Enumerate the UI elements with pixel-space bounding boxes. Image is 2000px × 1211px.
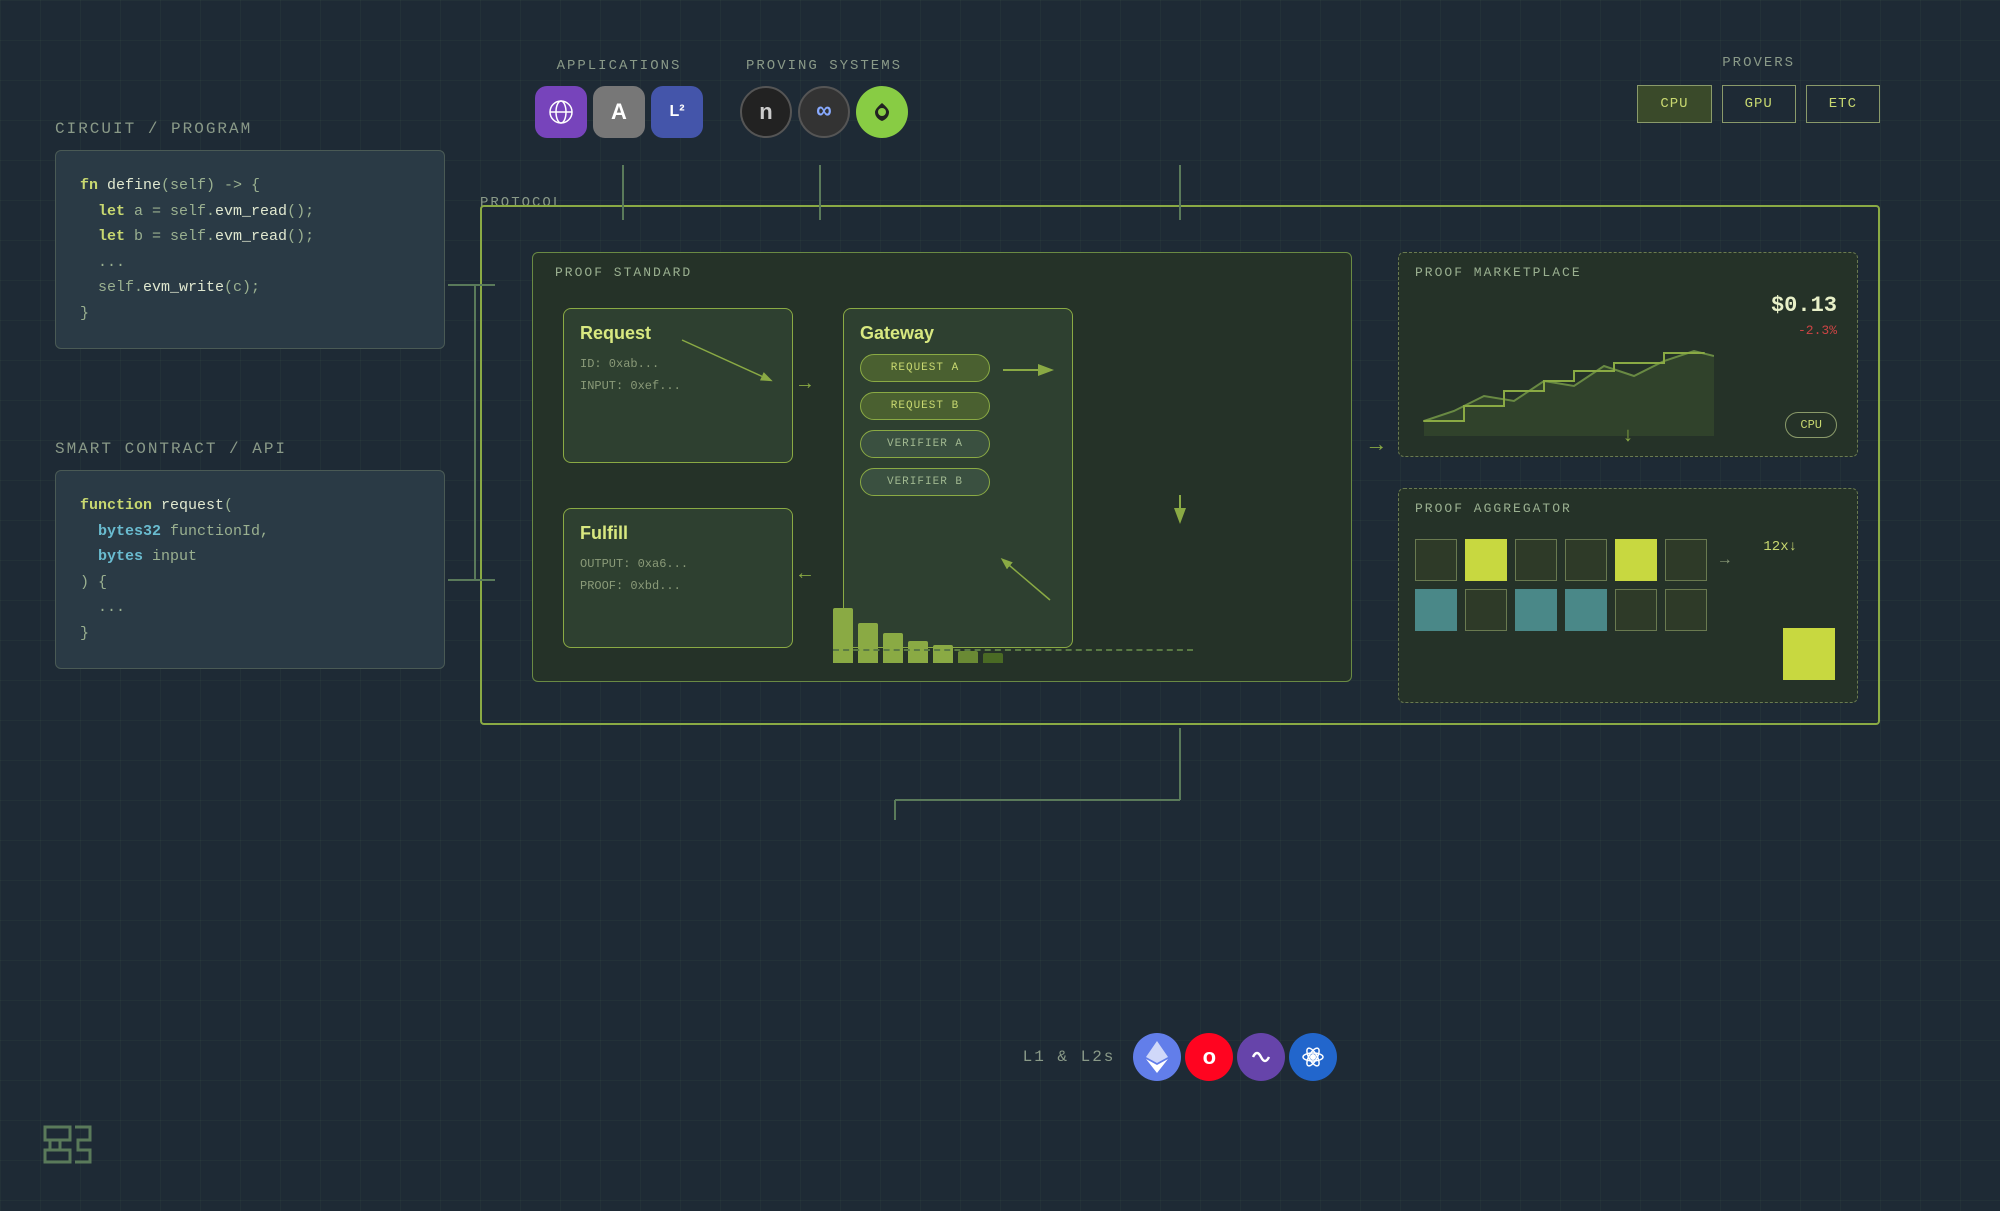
main-container: CIRCUIT / PROGRAM fn define(self) -> { l… — [0, 0, 2000, 1211]
request-input: INPUT: 0xef... — [580, 376, 776, 398]
l1l2-section: L1 & L2s o — [480, 1033, 1880, 1081]
arrow-gw-to-fulfill: ← — [799, 563, 811, 586]
proving-systems-label: PROVING SYSTEMS — [746, 58, 902, 74]
l1l2-icon-cosmos — [1289, 1033, 1337, 1081]
bar-dashed-line — [833, 649, 1193, 651]
marketplace-cpu-badge: CPU — [1785, 412, 1837, 438]
proving-systems-icons: n ∞ — [740, 86, 908, 138]
marketplace-change: -2.3% — [1798, 323, 1837, 338]
fulfill-proof: PROOF: 0xbd... — [580, 576, 776, 598]
provers-label: PROVERS — [1637, 55, 1880, 71]
agg-cell-1-4 — [1565, 539, 1607, 581]
l1l2-icon-eth — [1133, 1033, 1181, 1081]
request-id: ID: 0xab... — [580, 354, 776, 376]
gateway-item-req-b: REQUEST B — [860, 392, 990, 420]
gateway-title: Gateway — [860, 323, 1056, 344]
prover-cpu-button[interactable]: CPU — [1637, 85, 1711, 123]
agg-grid: → — [1415, 539, 1735, 631]
circuit-section: CIRCUIT / PROGRAM fn define(self) -> { l… — [55, 120, 445, 349]
agg-cell-1-3 — [1515, 539, 1557, 581]
proof-aggregator-box: PROOF AGGREGATOR 12x↓ → — [1398, 488, 1858, 703]
l1l2-icon-arbitrum — [1237, 1033, 1285, 1081]
prover-boxes: CPU GPU ETC — [1637, 85, 1880, 123]
bar-6 — [958, 651, 978, 663]
gateway-item-req-a: REQUEST A — [860, 354, 990, 382]
applications-icons: A L² — [535, 86, 703, 138]
protocol-area: PROOF STANDARD Request ID: 0xab... INPUT… — [480, 205, 1880, 725]
proof-aggregator-label: PROOF AGGREGATOR — [1415, 501, 1572, 516]
bar-4 — [908, 641, 928, 663]
logo — [40, 1122, 95, 1176]
contract-code-box: function request( bytes32 functionId, by… — [55, 470, 445, 669]
agg-cell-1-6 — [1665, 539, 1707, 581]
proof-marketplace-label: PROOF MARKETPLACE — [1415, 265, 1582, 280]
agg-cell-1-2 — [1465, 539, 1507, 581]
contract-section: SMART CONTRACT / API function request( b… — [55, 440, 445, 669]
proving-systems-group: PROVING SYSTEMS n ∞ — [740, 58, 908, 138]
agg-row-1: → — [1415, 539, 1735, 581]
applications-label: APPLICATIONS — [557, 58, 682, 74]
bar-chart — [833, 588, 1233, 663]
request-title: Request — [580, 323, 776, 344]
contract-label: SMART CONTRACT / API — [55, 440, 445, 458]
bar-5 — [933, 645, 953, 663]
gateway-item-ver-a: VERIFIER A — [860, 430, 990, 458]
circuit-label: CIRCUIT / PROGRAM — [55, 120, 445, 138]
prover-gpu-button[interactable]: GPU — [1722, 85, 1796, 123]
app-icon-a: A — [593, 86, 645, 138]
marketplace-price: $0.13 — [1771, 293, 1837, 318]
agg-count: 12x↓ — [1763, 539, 1797, 555]
arrow-req-to-gw: → — [799, 373, 811, 396]
l1l2-label: L1 & L2s — [1023, 1048, 1116, 1066]
prover-etc-button[interactable]: ETC — [1806, 85, 1880, 123]
applications-group: APPLICATIONS A L² — [535, 58, 703, 138]
proving-icon-inf: ∞ — [798, 86, 850, 138]
agg-result-cell — [1783, 628, 1835, 680]
agg-cell-2-2 — [1465, 589, 1507, 631]
l1l2-icons: o — [1133, 1033, 1337, 1081]
agg-cell-2-5 — [1615, 589, 1657, 631]
agg-arrow-right: → — [1720, 551, 1730, 569]
agg-cell-2-1 — [1415, 589, 1457, 631]
fulfill-title: Fulfill — [580, 523, 776, 544]
proving-icon-n: n — [740, 86, 792, 138]
circuit-code-box: fn define(self) -> { let a = self.evm_re… — [55, 150, 445, 349]
proof-standard-label: PROOF STANDARD — [555, 265, 692, 280]
proof-standard-box: PROOF STANDARD Request ID: 0xab... INPUT… — [532, 252, 1352, 682]
app-icon-globe — [535, 86, 587, 138]
bar-7 — [983, 653, 1003, 663]
agg-row-2 — [1415, 589, 1735, 631]
gateway-item-ver-b: VERIFIER B — [860, 468, 990, 496]
proof-marketplace-box: PROOF MARKETPLACE $0.13 -2.3% CPU ↓ — [1398, 252, 1858, 457]
marketplace-down-arrow: ↓ — [1622, 425, 1634, 448]
arrow-to-marketplace: → — [1370, 433, 1383, 458]
bar-3 — [883, 633, 903, 663]
marketplace-chart — [1414, 321, 1714, 441]
provers-group: PROVERS CPU GPU ETC — [1637, 55, 1880, 123]
agg-cell-2-6 — [1665, 589, 1707, 631]
bar-2 — [858, 623, 878, 663]
l1l2-icon-optimism: o — [1185, 1033, 1233, 1081]
app-icon-l2: L² — [651, 86, 703, 138]
agg-cell-1-1 — [1415, 539, 1457, 581]
fulfill-box: Fulfill OUTPUT: 0xa6... PROOF: 0xbd... — [563, 508, 793, 648]
fulfill-output: OUTPUT: 0xa6... — [580, 554, 776, 576]
proving-icon-green — [856, 86, 908, 138]
bar-1 — [833, 608, 853, 663]
request-box: Request ID: 0xab... INPUT: 0xef... — [563, 308, 793, 463]
agg-cell-2-4 — [1565, 589, 1607, 631]
agg-cell-2-3 — [1515, 589, 1557, 631]
agg-cell-1-5 — [1615, 539, 1657, 581]
